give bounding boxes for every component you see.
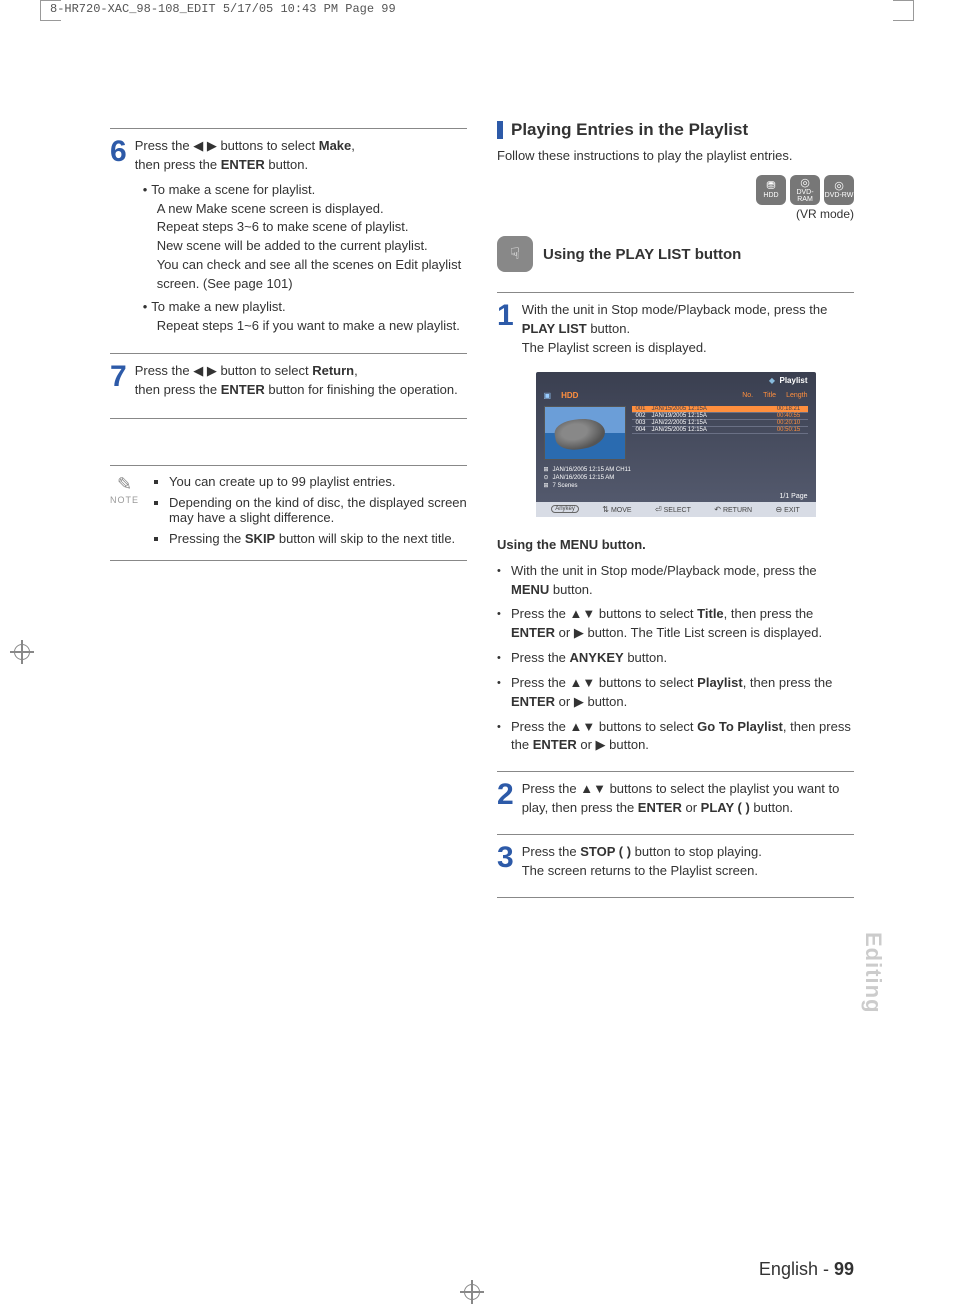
note-label: NOTE: [110, 495, 139, 505]
step-7: 7 Press the ◀ ▶ button to select Return,…: [110, 362, 467, 400]
left-column: 6 Press the ◀ ▶ buttons to select Make, …: [110, 120, 467, 1250]
section-bar-icon: [497, 121, 503, 139]
table-row: 002JAN/19/2005 12:15A00:40:55: [632, 413, 808, 420]
registration-mark: [10, 640, 34, 664]
menu-steps-list: With the unit in Stop mode/Playback mode…: [497, 562, 854, 756]
step-number: 7: [110, 362, 127, 392]
step-number: 6: [110, 137, 127, 167]
page-footer: English - 99: [759, 1259, 854, 1280]
hand-press-icon: ☟: [497, 236, 533, 272]
note-list: You can create up to 99 playlist entries…: [151, 474, 467, 552]
dvd-ram-icon: ◎DVD-RAM: [790, 175, 820, 205]
registration-mark: [460, 1280, 484, 1304]
crop-header: 8-HR720-XAC_98-108_EDIT 5/17/05 10:43 PM…: [50, 2, 396, 16]
side-tab: Editing: [860, 932, 886, 1014]
crop-mark: [893, 0, 914, 21]
step-3: 3 Press the STOP ( ) button to stop play…: [497, 843, 854, 881]
step-number: 2: [497, 780, 514, 810]
step-number: 1: [497, 301, 514, 331]
menu-section-title: Using the MENU button.: [497, 537, 854, 552]
pencil-icon: ✎: [110, 474, 139, 495]
playlist-thumbnail: [544, 406, 626, 460]
dvd-rw-icon: ◎DVD-RW: [824, 175, 854, 205]
section-title: Playing Entries in the Playlist: [511, 120, 748, 140]
page-content: 6 Press the ◀ ▶ buttons to select Make, …: [110, 120, 854, 1250]
table-row: 001JAN/15/2005 12:15A00:18:21: [632, 406, 808, 413]
section-subtitle: Follow these instructions to play the pl…: [497, 148, 854, 163]
step-2: 2 Press the ▲▼ buttons to select the pla…: [497, 780, 854, 818]
mode-label: (VR mode): [497, 207, 854, 221]
hdd-icon: ⛃HDD: [756, 175, 786, 205]
step-number: 3: [497, 843, 514, 873]
table-row: 003JAN/22/2005 12:15A00:20:10: [632, 420, 808, 427]
right-column: Playing Entries in the Playlist Follow t…: [497, 120, 854, 1250]
playlist-screen: ◆ Playlist ▣HDD No. Title Length 001JAN/…: [536, 372, 816, 517]
playlist-footer: Anykey ⇅ MOVE ⏎ SELECT ↶ RETURN ⊖ EXIT: [536, 502, 816, 517]
media-icons: ⛃HDD ◎DVD-RAM ◎DVD-RW: [497, 175, 854, 205]
playlist-table: 001JAN/15/2005 12:15A00:18:21 002JAN/19/…: [632, 406, 808, 460]
note-block: ✎ NOTE You can create up to 99 playlist …: [110, 474, 467, 552]
table-row: 004JAN/25/2005 12:15A00:50:15: [632, 427, 808, 434]
sub-section-title: Using the PLAY LIST button: [543, 246, 741, 263]
crop-mark: [40, 0, 61, 21]
step-1: 1 With the unit in Stop mode/Playback mo…: [497, 301, 854, 358]
step-6: 6 Press the ◀ ▶ buttons to select Make, …: [110, 137, 467, 335]
